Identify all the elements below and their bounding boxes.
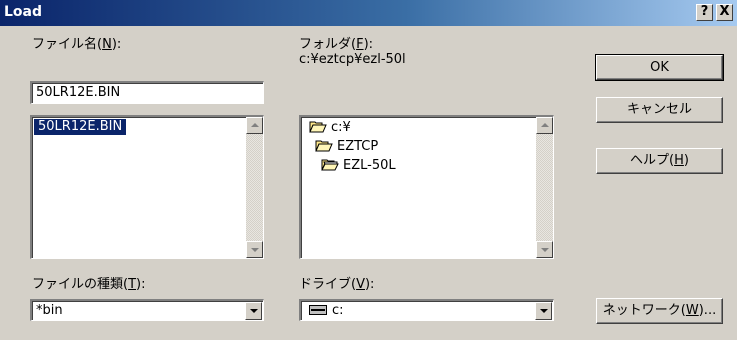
down-arrow-icon bbox=[541, 248, 549, 252]
scroll-down-button[interactable] bbox=[536, 241, 553, 258]
up-arrow-icon bbox=[541, 123, 549, 127]
file-list[interactable]: 50LR12E.BIN bbox=[30, 115, 264, 259]
ok-button[interactable]: OK bbox=[595, 54, 724, 81]
chevron-down-icon bbox=[250, 309, 258, 313]
file-list-scrollbar[interactable] bbox=[246, 117, 263, 258]
up-arrow-icon bbox=[251, 123, 259, 127]
filename-label: ファイル名(N): bbox=[32, 37, 122, 52]
file-list-item-selected[interactable]: 50LR12E.BIN bbox=[34, 119, 127, 135]
down-arrow-icon bbox=[251, 248, 259, 252]
folder-tree[interactable]: c:¥ EZTCP EZL-50L bbox=[299, 115, 554, 259]
chevron-down-icon bbox=[540, 309, 548, 313]
folder-tree-scrollbar[interactable] bbox=[536, 117, 553, 258]
filename-input[interactable]: 50LR12E.BIN bbox=[30, 81, 264, 104]
network-button[interactable]: ネットワーク(W)... bbox=[596, 298, 723, 324]
drive-label: ドライブ(V): bbox=[299, 277, 375, 292]
scroll-up-button[interactable] bbox=[536, 117, 553, 134]
scroll-down-button[interactable] bbox=[246, 241, 263, 258]
folder-item-root[interactable]: c:¥ bbox=[309, 119, 351, 137]
help-title-button[interactable]: ? bbox=[696, 4, 713, 21]
scroll-up-button[interactable] bbox=[246, 117, 263, 134]
folder-label: フォルダ(F): bbox=[299, 37, 374, 52]
drive-icon bbox=[309, 305, 327, 315]
folder-open-icon bbox=[309, 121, 327, 133]
folder-item-ezl-50l[interactable]: EZL-50L bbox=[321, 157, 396, 175]
close-button[interactable]: X bbox=[716, 4, 733, 21]
folder-path: c:¥eztcp¥ezl-50l bbox=[299, 52, 406, 67]
filename-input-value: 50LR12E.BIN bbox=[36, 85, 121, 100]
folder-open-icon bbox=[321, 159, 339, 171]
drive-select[interactable]: c: bbox=[299, 299, 554, 321]
title-bar[interactable]: Load ? X bbox=[0, 0, 737, 26]
folder-open-icon bbox=[315, 140, 333, 152]
drive-value: c: bbox=[309, 303, 344, 318]
filetype-value: *bin bbox=[36, 303, 63, 318]
cancel-button[interactable]: キャンセル bbox=[596, 97, 723, 123]
filetype-dropdown-button[interactable] bbox=[245, 302, 262, 320]
filetype-select[interactable]: *bin bbox=[30, 299, 264, 321]
filetype-label: ファイルの種類(T): bbox=[32, 277, 146, 292]
help-button[interactable]: ヘルプ(H) bbox=[596, 148, 723, 174]
window-title: Load bbox=[4, 4, 43, 20]
drive-dropdown-button[interactable] bbox=[535, 302, 552, 320]
folder-item-eztcp[interactable]: EZTCP bbox=[315, 138, 378, 156]
